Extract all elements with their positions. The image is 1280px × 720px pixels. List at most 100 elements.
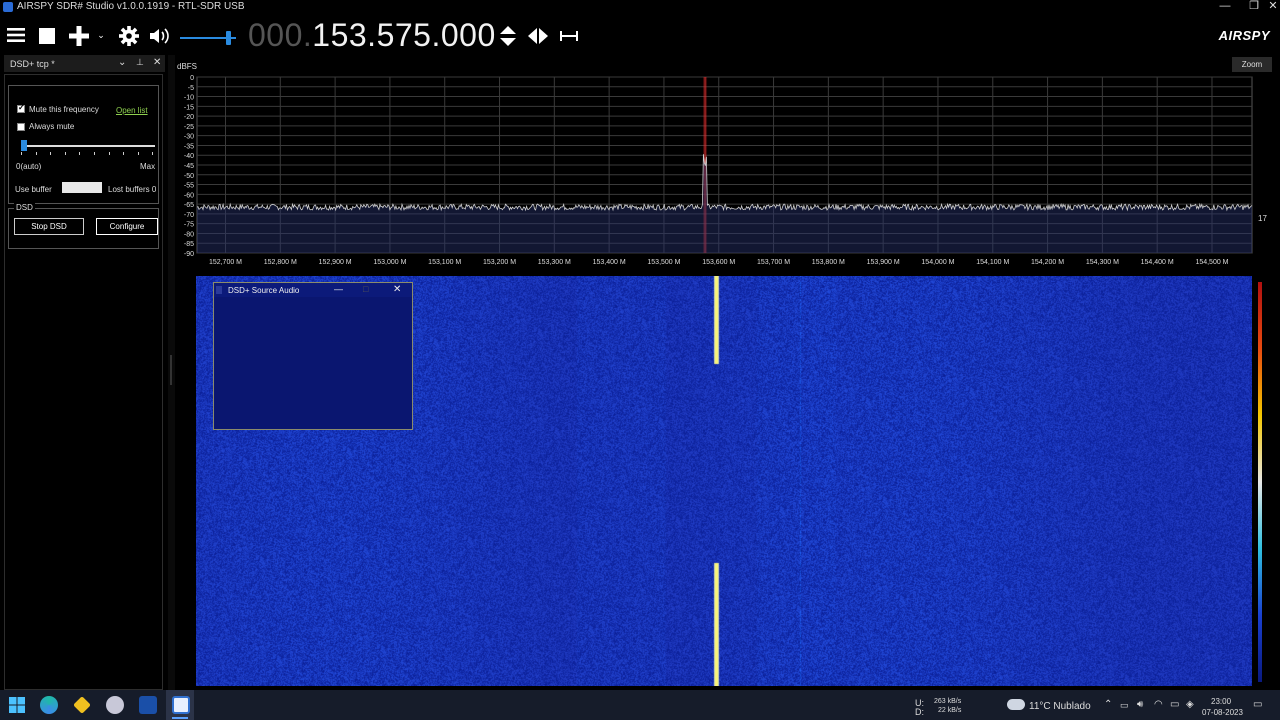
frequency-prefix: 000. [248,17,313,53]
download-label: D: [915,707,924,717]
open-list-link[interactable]: Open list [116,106,148,115]
download-rate: 22 kB/s [938,707,962,714]
buffer-slider-thumb[interactable] [21,140,27,151]
volume-slider[interactable] [180,31,236,45]
x-tick-label: 152,900 M [319,259,352,266]
clock-date[interactable]: 07-08-2023 [1202,708,1243,717]
chevron-down-icon[interactable]: ⌄ [96,29,106,41]
spectrum-unit-label: dBFS [177,62,198,71]
plus-icon[interactable] [68,25,90,47]
pencil-app-icon[interactable] [73,696,91,714]
popup-maximize-button[interactable]: □ [363,284,368,294]
waterfall-color-scale [1258,282,1262,682]
dsd-source-audio-titlebar[interactable]: DSD+ Source Audio — □ ✕ [214,283,412,297]
spectrum-analyzer[interactable]: 0 -5 -10 -15 -20 -25 -30 -35 -40 -45 -50 -55 -60 -65 -… [175,55,1280,270]
sdr-app-window: AIRSPY SDR# Studio v1.0.0.1919 - RTL-SDR… [0,0,1280,720]
y-tick-label: -65 [184,202,194,209]
spectrum-plot[interactable]: 0 -5 -10 -15 -20 -25 -30 -35 -40 -45 -50 -55 -60 -65 -… [175,55,1280,270]
speaker-icon[interactable] [148,26,172,46]
y-tick-label: -45 [184,163,194,170]
network-icon[interactable]: ▭ [1120,700,1129,711]
app-icon [216,286,222,294]
dsd-group-label: DSD [14,203,35,212]
brand-logo: AIRSPY [1218,28,1270,43]
slider-max-label: Max [140,162,156,171]
mute-group: Mute this frequency Open list Always mut… [8,85,159,204]
y-tick-label: -40 [184,153,194,160]
x-tick-label: 153,000 M [373,259,406,266]
edge-browser-icon[interactable] [40,696,58,714]
weather-text[interactable]: 11°C Nublado [1029,701,1091,712]
popup-close-button[interactable]: ✕ [393,284,401,295]
y-tick-label: -50 [184,173,194,180]
y-tick-label: 0 [190,75,194,82]
volume-slider-thumb[interactable] [225,31,231,45]
x-tick-label: 153,700 M [757,259,790,266]
frequency-value: 153.575.000 [312,17,496,53]
x-tick-label: 154,000 M [921,259,954,266]
always-mute-checkbox[interactable] [17,123,25,131]
close-icon[interactable]: ✕ [153,57,161,68]
notification-icon[interactable]: ▭ [1253,699,1262,710]
mute-frequency-checkbox[interactable] [17,103,25,113]
cloud-icon[interactable] [1007,699,1025,710]
frequency-up-down-icon[interactable] [497,24,519,48]
window-title: AIRSPY SDR# Studio v1.0.0.1919 - RTL-SDR… [17,1,245,12]
stop-dsd-button[interactable]: Stop DSD [14,218,84,235]
wifi-icon[interactable]: ◠ [1154,699,1163,710]
frequency-display[interactable]: 000.153.575.000 [248,17,496,53]
plugin-panel-header: DSD+ tcp * ⌄ ⊥ ✕ [4,55,165,72]
step-left-right-icon[interactable] [526,26,550,46]
dsd-source-audio-window[interactable]: DSD+ Source Audio — □ ✕ [213,282,413,430]
plugin-panel-body: Mute this frequency Open list Always mut… [4,74,163,690]
y-tick-label: -70 [184,212,194,219]
menu-icon[interactable] [6,26,26,44]
speaker-icon[interactable]: 🔊︎ [1137,699,1143,710]
x-tick-label: 153,400 M [593,259,626,266]
x-tick-label: 154,200 M [1031,259,1064,266]
x-tick-label: 153,300 M [538,259,571,266]
y-tick-label: -75 [184,222,194,229]
chevron-down-icon[interactable]: ⌄ [118,57,126,68]
windows-start-icon[interactable] [8,696,26,714]
y-tick-label: -90 [184,251,194,258]
y-tick-label: -85 [184,241,194,248]
airspy-app-icon[interactable] [172,696,190,714]
span-icon[interactable] [558,28,580,44]
zoom-button[interactable]: Zoom [1232,57,1272,72]
popup-minimize-button[interactable]: — [334,284,343,294]
dropbox-icon[interactable]: ◈ [1186,699,1194,710]
satellite-app-icon[interactable] [106,696,124,714]
taskbar: U: D: 263 kB/s 22 kB/s 11°C Nublado ⌃ ▭ … [0,690,1280,720]
sdr-app-icon[interactable] [139,696,157,714]
mute-frequency-label: Mute this frequency [29,105,99,114]
y-tick-label: -30 [184,134,194,141]
clock-time[interactable]: 23:00 [1211,697,1231,706]
configure-button[interactable]: Configure [96,218,158,235]
x-tick-label: 154,100 M [976,259,1009,266]
y-tick-label: -60 [184,192,194,199]
x-tick-label: 152,800 M [264,259,297,266]
y-tick-label: -15 [184,104,194,111]
x-tick-label: 154,400 M [1141,259,1174,266]
gear-icon[interactable] [118,25,140,47]
audio-scope [214,297,412,429]
x-tick-label: 153,600 M [702,259,735,266]
use-buffer-field[interactable] [62,182,102,193]
minimize-button[interactable]: — [1214,0,1236,14]
stop-icon[interactable] [38,27,56,45]
plugin-panel-title: DSD+ tcp * [10,59,55,69]
lost-buffers-label: Lost buffers 0 [108,185,157,194]
spectrum-right-value: 17 [1258,214,1267,223]
panel-splitter[interactable] [168,55,175,690]
buffer-slider[interactable] [21,140,155,156]
y-tick-label: -25 [184,124,194,131]
x-tick-label: 153,100 M [428,259,461,266]
battery-icon[interactable]: ▭ [1170,699,1179,710]
pin-icon[interactable]: ⊥ [136,57,144,68]
close-button[interactable]: ✕ [1262,0,1280,14]
chevron-up-icon[interactable]: ⌃ [1104,699,1112,710]
y-tick-label: -20 [184,114,194,121]
x-tick-label: 153,500 M [647,259,680,266]
title-bar: AIRSPY SDR# Studio v1.0.0.1919 - RTL-SDR… [0,0,1280,14]
